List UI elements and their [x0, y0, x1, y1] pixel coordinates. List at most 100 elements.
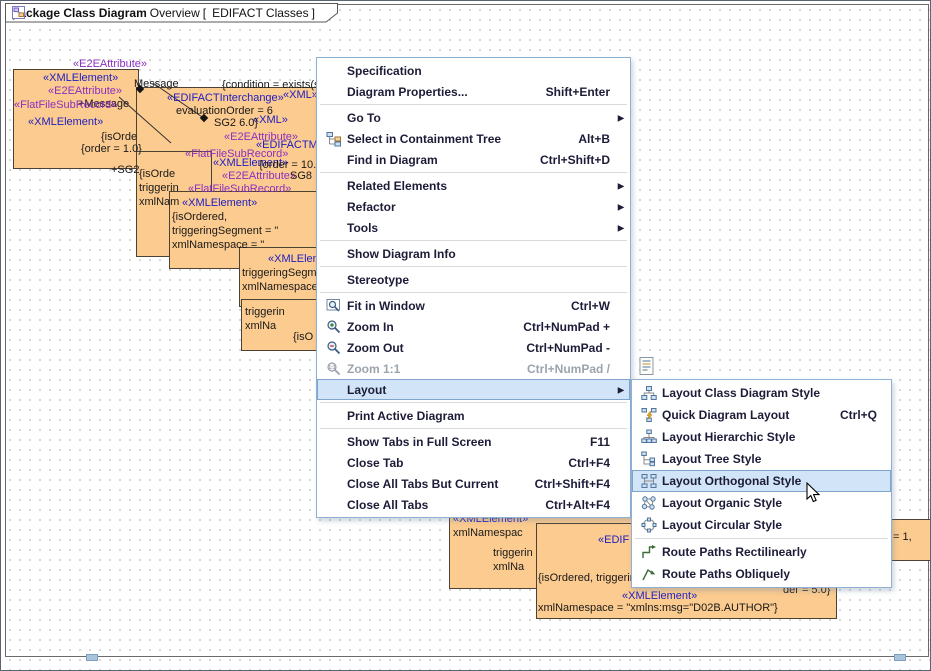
context-menu-item-close-all-tabs[interactable]: Close All Tabs Ctrl+Alt+F4 — [317, 494, 630, 515]
frame-handle — [86, 654, 98, 661]
context-menu-item-tools[interactable]: Tools▶ — [317, 217, 630, 238]
frame-tab-bracket-close: ] — [312, 6, 315, 20]
diagram-text-fragment: «FlatFileSubRecord» — [188, 183, 291, 195]
menu-item-shortcut: Ctrl+W — [547, 299, 610, 313]
diagram-text-fragment: {isOrde — [101, 131, 137, 143]
menu-item-shortcut: Ctrl+F4 — [544, 456, 610, 470]
diagram-text-fragment: xmlNamespace — [242, 281, 318, 293]
menu-item-label: Route Paths Rectilinearly — [662, 545, 807, 559]
menu-item-shortcut: Alt+B — [554, 132, 610, 146]
diagram-text-fragment: «XML» — [253, 114, 288, 126]
context-menu-item-specification[interactable]: Specification — [317, 60, 630, 81]
diagram-text-fragment: SG2 6.0} — [214, 117, 258, 129]
submenu-arrow-icon: ▶ — [618, 113, 624, 122]
diagram-text-fragment: «XMLElement» — [182, 197, 257, 209]
zoom-in-icon — [321, 319, 347, 335]
diagram-frame-tab[interactable]: package Class Diagram Overview [ EDIFACT… — [5, 3, 339, 23]
context-menu-item-zoom-1-1: 1:1Zoom 1:1 Ctrl+NumPad / — [317, 358, 630, 379]
context-menu-item-show-diagram-info[interactable]: Show Diagram Info — [317, 243, 630, 264]
diagram-text-fragment: {isOrde — [139, 168, 175, 180]
context-menu-item-close-all-tabs-but-current[interactable]: Close All Tabs But Current Ctrl+Shift+F4 — [317, 473, 630, 494]
menu-item-label: Find in Diagram — [347, 153, 438, 167]
context-menu-item-go-to[interactable]: Go To ▶ — [317, 107, 630, 128]
diagram-text-fragment: xmlNa — [245, 320, 276, 332]
menu-item-label: Layout Class Diagram Style — [662, 386, 820, 400]
menu-item-label: Stereotype — [347, 273, 409, 287]
zoom-out-icon — [321, 340, 347, 356]
layout-submenu-item-layout-organic-style[interactable]: Layout Organic Style — [632, 492, 891, 514]
context-menu-item-refactor[interactable]: Refactor▶ — [317, 196, 630, 217]
context-menu-item-zoom-out[interactable]: Zoom OutCtrl+NumPad - — [317, 337, 630, 358]
diagram-text-fragment: xmlNa — [493, 561, 524, 573]
layout-submenu-item-layout-hierarchic-style[interactable]: Layout Hierarchic Style — [632, 426, 891, 448]
diagram-text-fragment: «XMLElement» — [43, 72, 118, 84]
fit-window-icon — [321, 298, 347, 314]
frame-tab-diagram-name: Overview — [150, 6, 200, 20]
menu-icon-spacer — [321, 455, 347, 471]
context-menu-item-layout[interactable]: Layout▶ — [317, 379, 630, 400]
layout-submenu-item-route-paths-rectilinearly[interactable]: Route Paths Rectilinearly — [632, 541, 891, 563]
submenu-arrow-icon: ▶ — [618, 181, 624, 190]
layout-submenu-item-layout-circular-style[interactable]: Layout Circular Style — [632, 514, 891, 536]
menu-item-label: Specification — [347, 64, 422, 78]
layout-tree-icon — [636, 451, 662, 467]
menu-icon-spacer — [321, 246, 347, 262]
context-menu-item-show-tabs-in-full-screen[interactable]: Show Tabs in Full ScreenF11 — [317, 431, 630, 452]
layout-submenu-item-layout-orthogonal-style[interactable]: Layout Orthogonal Style — [632, 470, 891, 492]
route-oblique-icon — [636, 566, 662, 582]
diagram-text-fragment: «E2EAttribute» — [222, 170, 296, 182]
menu-item-shortcut: Ctrl+NumPad / — [503, 362, 610, 376]
context-menu-item-select-in-containment-tree[interactable]: Select in Containment Tree Alt+B — [317, 128, 630, 149]
menu-separator — [320, 104, 627, 105]
layout-hierarchic-icon — [636, 429, 662, 445]
menu-item-shortcut: Ctrl+Shift+F4 — [511, 477, 610, 491]
context-menu-item-find-in-diagram[interactable]: Find in Diagram Ctrl+Shift+D — [317, 149, 630, 170]
diagram-text-fragment: {order = 1.0} — [81, 143, 142, 155]
menu-separator — [320, 402, 627, 403]
menu-item-label: Zoom In — [347, 320, 394, 334]
application-window: «E2EAttribute»«XMLElement»Message«E2EAtt… — [0, 0, 931, 671]
menu-icon-spacer — [321, 63, 347, 79]
menu-item-label: Fit in Window — [347, 299, 425, 313]
layout-submenu-item-layout-tree-style[interactable]: Layout Tree Style — [632, 448, 891, 470]
context-menu-item-stereotype[interactable]: Stereotype — [317, 269, 630, 290]
menu-icon-spacer — [321, 84, 347, 100]
context-menu-item-fit-in-window[interactable]: Fit in Window Ctrl+W — [317, 295, 630, 316]
menu-item-shortcut: Ctrl+Shift+D — [516, 153, 610, 167]
menu-item-label: Zoom Out — [347, 341, 404, 355]
context-menu-item-print-active-diagram[interactable]: Print Active Diagram — [317, 405, 630, 426]
menu-item-label: Select in Containment Tree — [347, 132, 501, 146]
diagram-text-fragment: +SG2 — [111, 164, 139, 176]
diagram-text-fragment: xmlNamespace = "xmlns:msg="D02B.AUTHOR"} — [538, 602, 778, 614]
context-menu-item-related-elements[interactable]: Related Elements▶ — [317, 175, 630, 196]
menu-item-label: Route Paths Obliquely — [662, 567, 790, 581]
menu-item-label: Close All Tabs — [347, 498, 428, 512]
context-menu-item-zoom-in[interactable]: Zoom InCtrl+NumPad + — [317, 316, 630, 337]
diagram-text-fragment: «XMLElement» — [622, 590, 697, 602]
context-menu-item-diagram-properties[interactable]: Diagram Properties...Shift+Enter — [317, 81, 630, 102]
zoom-1-1-icon: 1:1 — [321, 361, 347, 377]
menu-item-shortcut: Ctrl+Alt+F4 — [521, 498, 610, 512]
containment-tree-icon — [321, 131, 347, 147]
menu-icon-spacer — [321, 178, 347, 194]
layout-submenu-item-route-paths-obliquely[interactable]: Route Paths Obliquely — [632, 563, 891, 585]
menu-item-label: Layout Hierarchic Style — [662, 430, 795, 444]
menu-icon-spacer — [321, 434, 347, 450]
diagram-text-fragment: «XML» — [283, 89, 318, 101]
menu-item-label: Layout Orthogonal Style — [662, 474, 801, 488]
diagram-text-fragment: «XMLElement» — [28, 116, 103, 128]
menu-item-label: Show Diagram Info — [347, 247, 456, 261]
menu-item-shortcut: Ctrl+Q — [816, 408, 877, 422]
context-menu: Specification Diagram Properties...Shift+… — [316, 57, 631, 518]
context-menu-item-close-tab[interactable]: Close TabCtrl+F4 — [317, 452, 630, 473]
menu-item-shortcut: F11 — [566, 435, 610, 449]
menu-item-label: Close All Tabs But Current — [347, 477, 498, 491]
menu-item-label: Zoom 1:1 — [347, 362, 400, 376]
layout-submenu-item-layout-class-diagram-style[interactable]: Layout Class Diagram Style — [632, 382, 891, 404]
diagram-text-fragment: SG8 — [290, 170, 312, 182]
diagram-text-fragment: «EDIFACTInterchange» — [167, 92, 284, 104]
menu-item-label: Go To — [347, 111, 381, 125]
diagram-text-fragment: «E2EAttribute» — [48, 85, 122, 97]
layout-submenu-item-quick-diagram-layout[interactable]: Quick Diagram LayoutCtrl+Q — [632, 404, 891, 426]
menu-item-label: Layout Organic Style — [662, 496, 782, 510]
